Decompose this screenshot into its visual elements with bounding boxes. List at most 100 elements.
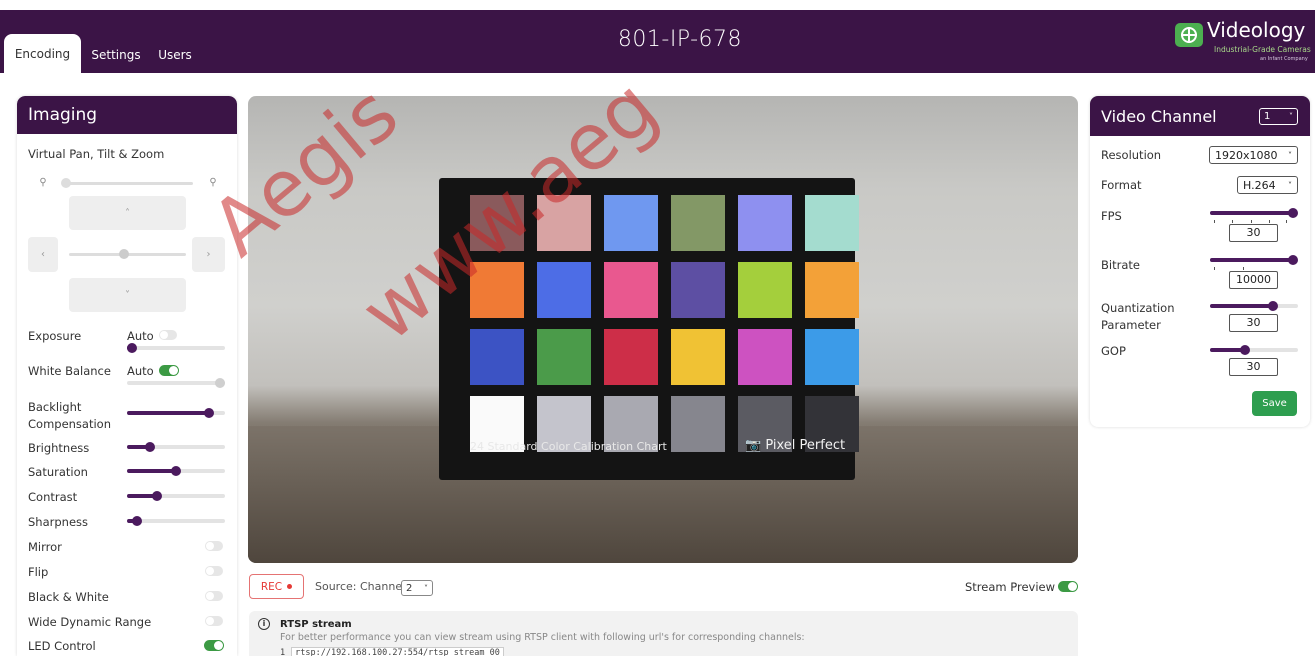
video-preview[interactable]: 24 Standard Color Calibration Chart 📷 Pi… xyxy=(248,96,1078,563)
white-balance-auto-toggle[interactable] xyxy=(159,365,179,376)
chevron-right-icon: › xyxy=(206,249,211,260)
color-swatch xyxy=(470,262,524,318)
saturation-slider[interactable] xyxy=(127,465,225,477)
color-swatch xyxy=(671,262,725,318)
video-channel-value: 1 xyxy=(1264,111,1271,122)
fps-slider[interactable] xyxy=(1210,207,1298,219)
pan-right-button[interactable]: › xyxy=(192,237,225,272)
zoom-in-icon[interactable]: ⚲ xyxy=(207,177,219,189)
chevron-down-icon: ˅ xyxy=(1288,180,1292,190)
color-swatch xyxy=(604,329,658,385)
resolution-select[interactable]: 1920x1080 ˅ xyxy=(1209,146,1298,164)
color-swatch xyxy=(738,329,792,385)
qp-slider[interactable] xyxy=(1210,300,1298,312)
camera-icon: 📷 xyxy=(745,438,762,453)
rtsp-url[interactable]: rtsp://192.168.100.27:554/rtsp_stream_00 xyxy=(291,647,504,656)
color-swatch xyxy=(470,195,524,251)
backlight-slider[interactable] xyxy=(127,407,225,419)
record-label: REC xyxy=(260,580,283,593)
color-swatch xyxy=(537,195,591,251)
save-button[interactable]: Save xyxy=(1252,391,1297,416)
wdr-toggle[interactable] xyxy=(205,616,223,626)
qp-label: Quantization Parameter xyxy=(1101,301,1175,332)
white-balance-label: White Balance xyxy=(28,364,111,378)
source-channel-select[interactable]: 2 ˅ xyxy=(401,580,433,596)
chevron-up-icon: ˄ xyxy=(125,207,130,219)
saturation-label: Saturation xyxy=(28,465,88,479)
zoom-slider-knob[interactable] xyxy=(61,178,71,188)
wdr-label: Wide Dynamic Range xyxy=(28,615,152,629)
bitrate-slider[interactable] xyxy=(1210,254,1298,266)
brightness-label: Brightness xyxy=(28,441,90,455)
black-white-label: Black & White xyxy=(28,590,109,604)
exposure-label: Exposure xyxy=(28,329,82,343)
mirror-label: Mirror xyxy=(28,540,62,554)
rtsp-title: RTSP stream xyxy=(280,619,352,630)
pan-left-button[interactable]: ‹ xyxy=(28,237,58,272)
record-dot-icon xyxy=(287,584,293,589)
tilt-down-button[interactable]: ˅ xyxy=(69,278,186,312)
white-balance-slider[interactable] xyxy=(127,377,225,389)
color-swatch xyxy=(470,329,524,385)
chevron-left-icon: ‹ xyxy=(41,249,45,260)
rtsp-channel: 1 xyxy=(280,648,286,656)
video-channel-select[interactable]: 1 ˅ xyxy=(1259,108,1298,125)
backlight-label: Backlight Compensation xyxy=(28,400,111,431)
tab-encoding[interactable]: Encoding xyxy=(4,34,81,73)
contrast-label: Contrast xyxy=(28,490,78,504)
page-title: 801-IP-678 xyxy=(617,27,743,52)
chevron-down-icon: ˅ xyxy=(424,583,428,593)
color-swatch xyxy=(537,262,591,318)
brand-subtitle: an Infant Company xyxy=(1260,56,1308,62)
color-swatch xyxy=(671,329,725,385)
globe-icon xyxy=(1175,23,1203,47)
source-channel-label: Source: Channel xyxy=(315,580,406,593)
zoom-out-icon[interactable]: ⚲ xyxy=(37,177,49,189)
info-icon: i xyxy=(258,618,270,630)
pan-slider-knob[interactable] xyxy=(119,249,129,259)
fps-input[interactable]: 30 xyxy=(1229,224,1278,242)
record-button[interactable]: REC xyxy=(249,574,304,599)
imaging-panel: Imaging Virtual Pan, Tilt & Zoom ⚲ ⚲ ˄ ‹… xyxy=(17,96,237,656)
black-white-toggle[interactable] xyxy=(205,591,223,601)
brightness-slider[interactable] xyxy=(127,441,225,453)
rtsp-description: For better performance you can view stre… xyxy=(280,632,805,643)
format-label: Format xyxy=(1101,178,1142,192)
resolution-label: Resolution xyxy=(1101,148,1162,162)
qp-input[interactable]: 30 xyxy=(1229,314,1278,332)
color-swatch xyxy=(805,329,859,385)
bitrate-input[interactable]: 10000 xyxy=(1229,271,1278,289)
chevron-down-icon: ˅ xyxy=(1288,150,1292,160)
resolution-value: 1920x1080 xyxy=(1215,148,1278,162)
tilt-up-button[interactable]: ˄ xyxy=(69,196,186,230)
gop-slider[interactable] xyxy=(1210,344,1298,356)
brand-tagline: Industrial-Grade Cameras xyxy=(1214,45,1311,54)
exposure-auto-label: Auto xyxy=(127,329,154,343)
contrast-slider[interactable] xyxy=(127,490,225,502)
bitrate-label: Bitrate xyxy=(1101,258,1140,272)
tab-users[interactable]: Users xyxy=(152,36,198,73)
chart-brand-label: Pixel Perfect xyxy=(765,438,846,453)
flip-toggle[interactable] xyxy=(205,566,223,576)
format-select[interactable]: H.264 ˅ xyxy=(1237,176,1298,194)
sharpness-slider[interactable] xyxy=(127,515,225,527)
color-swatch xyxy=(537,329,591,385)
brand-logo: Videology xyxy=(1207,18,1306,42)
gop-input[interactable]: 30 xyxy=(1229,358,1278,376)
led-control-toggle[interactable] xyxy=(204,640,224,651)
color-swatch xyxy=(738,262,792,318)
fps-label: FPS xyxy=(1101,209,1122,223)
format-value: H.264 xyxy=(1243,178,1276,192)
color-swatch xyxy=(604,262,658,318)
exposure-slider[interactable] xyxy=(127,342,225,354)
color-swatch xyxy=(671,396,725,452)
white-balance-auto-label: Auto xyxy=(127,364,154,378)
exposure-auto-toggle[interactable] xyxy=(159,330,177,340)
stream-preview-toggle[interactable] xyxy=(1058,581,1078,592)
tab-settings[interactable]: Settings xyxy=(86,36,146,73)
mirror-toggle[interactable] xyxy=(205,541,223,551)
top-bar: Encoding Settings Users 801-IP-678 Video… xyxy=(0,0,1315,73)
chevron-down-icon: ˅ xyxy=(125,289,130,301)
zoom-slider[interactable] xyxy=(63,182,193,185)
led-control-label: LED Control xyxy=(28,639,96,653)
